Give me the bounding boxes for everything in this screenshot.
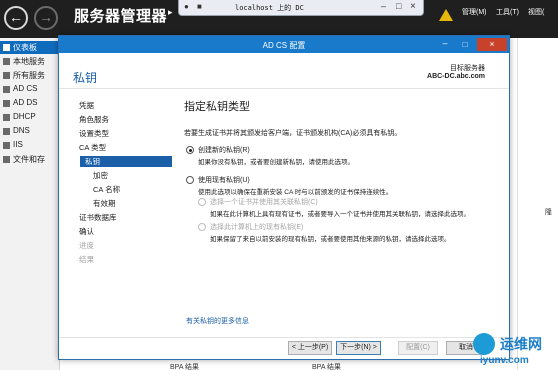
- dns-icon: [3, 128, 10, 135]
- configure-button: 配置(C): [398, 341, 438, 355]
- sidebar-item-label: 仪表板: [13, 43, 37, 52]
- footer-divider: [59, 337, 509, 338]
- wizard-step-confirmation[interactable]: 确认: [79, 226, 171, 237]
- server-manager-sidebar: 仪表板 本地服务 所有服务 AD CS AD DS DHCP DNS IIS 文…: [0, 38, 60, 370]
- target-server-label: 目标服务器: [450, 65, 485, 72]
- select-certificate-radio: [198, 198, 206, 206]
- create-new-key-label[interactable]: 创建新的私钥(R): [198, 145, 250, 155]
- dialog-title-bar: AD CS 配置 – □ ×: [59, 36, 509, 53]
- rdp-close-icon[interactable]: ×: [410, 1, 416, 12]
- sidebar-item-all-servers[interactable]: 所有服务: [0, 69, 60, 82]
- more-info-link[interactable]: 有关私钥的更多信息: [186, 316, 249, 326]
- sidebar-item-dhcp[interactable]: DHCP: [0, 111, 60, 124]
- sidebar-item-label: AD DS: [13, 98, 38, 107]
- menu-view[interactable]: 视图(: [528, 7, 544, 17]
- next-button[interactable]: 下一步(N) >: [336, 341, 381, 355]
- select-certificate-desc: 如果在此计算机上具有现有证书，或者要导入一个证书并使用其关联私钥，请选择此选项。: [210, 211, 470, 218]
- pane-title: 指定私钥类型: [184, 101, 250, 113]
- dashboard-icon: [3, 44, 10, 51]
- dhcp-icon: [3, 114, 10, 121]
- rdp-minimize-icon[interactable]: –: [381, 1, 386, 11]
- watermark-brand: 运维网: [500, 336, 542, 352]
- wizard-step-ca-name[interactable]: CA 名称: [93, 184, 171, 195]
- sidebar-item-ad-cs[interactable]: AD CS: [0, 83, 60, 96]
- sidebar-item-dns[interactable]: DNS: [0, 125, 60, 138]
- sidebar-item-ad-ds[interactable]: AD DS: [0, 97, 60, 110]
- warning-flag-icon[interactable]: [439, 9, 453, 21]
- back-button[interactable]: < 上一步(P): [288, 341, 332, 355]
- watermark-logo-icon: [473, 333, 495, 355]
- maximize-icon[interactable]: □: [456, 39, 474, 50]
- sidebar-item-label: DNS: [13, 126, 30, 135]
- wizard-step-credentials[interactable]: 凭据: [79, 100, 171, 111]
- pin-icon[interactable]: ●: [184, 2, 189, 11]
- ad-cs-icon: [3, 86, 10, 93]
- sidebar-item-label: AD CS: [13, 84, 38, 93]
- wizard-step-validity-period[interactable]: 有效期: [93, 198, 171, 209]
- server-manager-right-panel: [517, 38, 558, 370]
- bpa-results-label-2: BPA 结果: [312, 364, 342, 370]
- header-divider: [59, 88, 509, 89]
- wizard-step-results: 结果: [79, 255, 94, 264]
- lock-icon: ■: [197, 2, 202, 11]
- pane-intro-text: 若要生成证书并将其颁发给客户端，证书颁发机构(CA)必须具有私钥。: [184, 130, 402, 137]
- wizard-step-progress: 进度: [79, 241, 94, 250]
- sidebar-item-label: 文件和存: [13, 155, 45, 164]
- select-existing-key-desc: 如果保留了来自以前安装的现有私钥，或者要使用其他来源的私钥，请选择此选项。: [210, 236, 451, 243]
- rdp-connection-title: localhost 上的 DC: [235, 4, 304, 12]
- watermark-url: iyunv.com: [480, 355, 529, 366]
- servers-icon: [3, 72, 10, 79]
- create-new-key-radio[interactable]: [186, 146, 194, 154]
- iis-icon: [3, 142, 10, 149]
- wizard-step-ca-type[interactable]: CA 类型: [79, 142, 171, 153]
- dialog-page-heading: 私钥: [73, 71, 98, 85]
- create-new-key-desc: 如果你没有私钥，或者要创建新私钥，请使用此选项。: [198, 159, 354, 166]
- select-certificate-label: 选择一个证书并使用其关联私钥(C): [210, 199, 318, 206]
- ad-cs-config-dialog: AD CS 配置 – □ × 私钥 目标服务器 ABC-DC.abc.com 凭…: [58, 35, 510, 360]
- use-existing-key-radio[interactable]: [186, 176, 194, 184]
- menu-manage[interactable]: 管理(M): [462, 7, 487, 17]
- use-existing-key-desc: 使用此选项以确保在重新安装 CA 时与以前颁发的证书保持连续性。: [198, 189, 393, 196]
- sidebar-item-label: IIS: [13, 140, 23, 149]
- sidebar-item-label: DHCP: [13, 112, 36, 121]
- sidebar-item-iis[interactable]: IIS: [0, 139, 60, 152]
- sidebar-item-dashboard[interactable]: 仪表板: [0, 41, 60, 54]
- minimize-icon[interactable]: –: [436, 39, 454, 50]
- sidebar-item-local-server[interactable]: 本地服务: [0, 55, 60, 68]
- bpa-results-label-1: BPA 结果: [170, 364, 200, 370]
- breadcrumb-title: 服务器管理器: [74, 8, 168, 25]
- select-existing-key-radio: [198, 223, 206, 231]
- breadcrumb-separator-icon: ▸: [168, 7, 173, 17]
- remote-desktop-connection-bar: ● ■ localhost 上的 DC – □ ×: [178, 0, 424, 16]
- server-icon: [3, 58, 10, 65]
- ad-ds-icon: [3, 100, 10, 107]
- file-storage-icon: [3, 156, 10, 163]
- right-panel-fragment: 隆: [545, 209, 552, 216]
- back-arrow-icon[interactable]: ←: [4, 6, 28, 30]
- rdp-restore-icon[interactable]: □: [396, 1, 401, 11]
- use-existing-key-label[interactable]: 使用现有私钥(U): [198, 175, 250, 185]
- wizard-step-certificate-database[interactable]: 证书数据库: [79, 212, 171, 223]
- wizard-step-cryptography[interactable]: 加密: [93, 170, 171, 181]
- wizard-step-private-key[interactable]: 私钥: [80, 156, 172, 167]
- select-existing-key-label: 选择此计算机上的现有私钥(E): [210, 224, 304, 231]
- target-server-value: ABC-DC.abc.com: [427, 73, 485, 80]
- sidebar-item-label: 本地服务: [13, 57, 45, 66]
- close-icon[interactable]: ×: [477, 38, 507, 51]
- forward-arrow-icon[interactable]: →: [34, 6, 58, 30]
- sidebar-item-label: 所有服务: [13, 71, 45, 80]
- wizard-step-setup-type[interactable]: 设置类型: [79, 128, 171, 139]
- menu-tools[interactable]: 工具(T): [496, 7, 519, 17]
- sidebar-item-file-storage[interactable]: 文件和存: [0, 153, 60, 166]
- wizard-step-role-services[interactable]: 角色服务: [79, 114, 171, 125]
